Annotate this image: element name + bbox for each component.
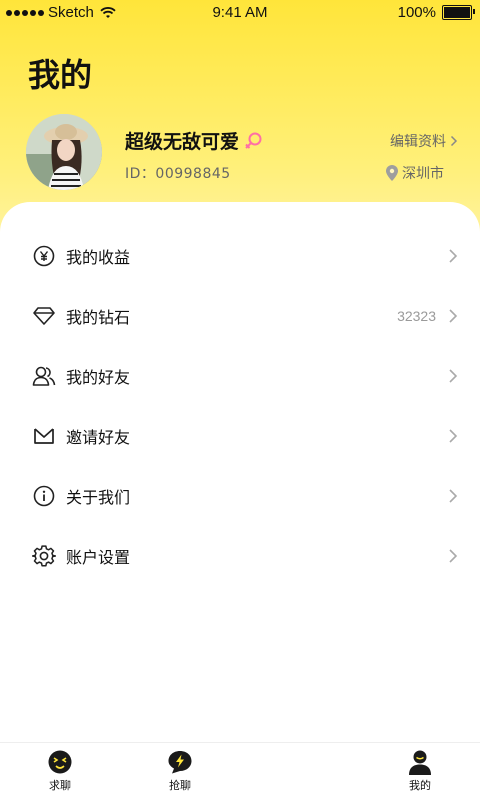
location-pin-icon [386,165,398,181]
user-id: ID：00998845 [125,166,231,182]
yen-circle-icon [32,244,56,268]
friends-icon [32,364,56,388]
battery-icon [442,5,475,20]
info-circle-icon [32,484,56,508]
diamond-icon [32,304,56,328]
tab-mine[interactable]: 我的 [390,749,450,793]
menu-item-about[interactable]: 关于我们 [0,466,480,526]
diamond-count: 32323 [397,308,436,324]
menu-item-friends[interactable]: 我的好友 [0,346,480,406]
lightning-bubble-icon [168,751,192,774]
tab-seek-chat[interactable]: 求聊 [30,749,90,793]
username: 超级无敌可爱 [125,131,240,153]
chevron-right-icon [449,309,458,323]
menu-label: 我的钻石 [66,308,131,327]
chevron-right-icon [449,489,458,503]
menu-item-diamonds[interactable]: 我的钻石 32323 [0,286,480,346]
status-bar: Sketch 9:41 AM 100% [0,0,480,26]
avatar-photo [26,114,102,190]
status-right: 100% [397,4,475,21]
profile-screen: Sketch 9:41 AM 100% 我的 超级无敌可爱 ID：0099884… [0,0,480,800]
chevron-right-icon [449,429,458,443]
tab-label: 我的 [409,779,431,792]
menu-label: 邀请好友 [66,428,131,447]
menu-item-invite[interactable]: 邀请好友 [0,406,480,466]
chevron-right-icon [449,549,458,563]
username-row: 超级无敌可爱 [125,127,263,154]
chevron-right-icon [450,135,458,147]
envelope-icon [32,424,56,448]
tab-label: 抢聊 [169,779,191,792]
location: 深圳市 [386,163,444,183]
menu-card: 我的收益 我的钻石 32323 我的好友 邀请好友 关于我们 账户设置 [0,202,480,742]
gear-icon [32,544,56,568]
chevron-right-icon [449,369,458,383]
avatar[interactable] [26,114,102,190]
menu-label: 账户设置 [66,548,131,567]
tab-bar: 求聊 抢聊 我的 [0,742,480,800]
tab-grab-chat[interactable]: 抢聊 [150,749,210,793]
menu-label: 我的收益 [66,248,131,267]
menu-item-settings[interactable]: 账户设置 [0,526,480,586]
menu-label: 我的好友 [66,368,131,387]
female-gender-icon [245,132,262,149]
menu-label: 关于我们 [66,488,131,507]
user-icon [409,750,431,775]
edit-profile-link[interactable]: 编辑资料 [390,131,458,151]
menu-item-earnings[interactable]: 我的收益 [0,226,480,286]
chevron-right-icon [449,249,458,263]
face-icon [48,750,72,774]
tab-label: 求聊 [49,779,71,792]
edit-profile-label: 编辑资料 [390,134,446,150]
page-title: 我的 [28,56,93,94]
location-label: 深圳市 [402,166,444,182]
battery-percent: 100% [397,4,436,21]
